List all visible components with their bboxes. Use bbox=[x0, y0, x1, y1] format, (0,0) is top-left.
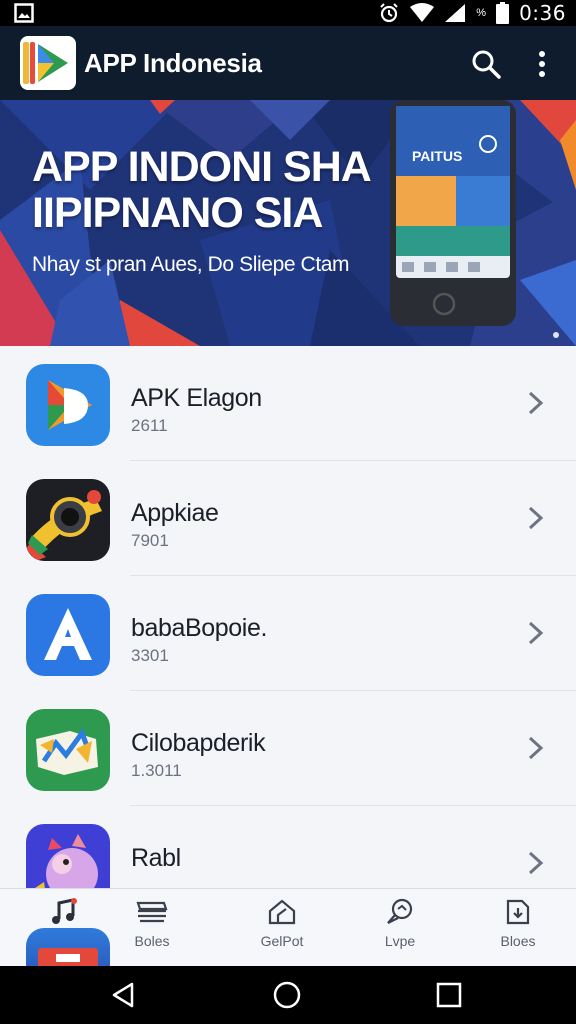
nav-item-bloes[interactable]: Bloes bbox=[478, 897, 558, 963]
search-icon[interactable] bbox=[470, 48, 502, 80]
carousel-indicator bbox=[553, 332, 559, 338]
app-title: APP Indonesia bbox=[84, 48, 262, 78]
promo-banner[interactable]: APP INDONI SHA IIPIPNANO SIA Nhay st pra… bbox=[0, 100, 576, 346]
mascot-icon bbox=[26, 824, 110, 888]
nav-item-lvpe[interactable]: Lvpe bbox=[360, 897, 440, 963]
app-bar: APP Indonesia bbox=[0, 26, 576, 100]
app-logo[interactable] bbox=[20, 36, 76, 90]
app-count: 3301 bbox=[131, 646, 169, 665]
chevron-right-icon bbox=[528, 736, 544, 760]
alarm-icon bbox=[380, 3, 399, 23]
banner-headline-line1: APP INDONI SHA bbox=[32, 143, 372, 191]
wifi-icon bbox=[410, 3, 435, 22]
chevron-right-icon bbox=[528, 621, 544, 645]
nav-label: Bloes bbox=[500, 933, 536, 949]
phone-mockup bbox=[390, 100, 516, 326]
clock: 0:36 bbox=[519, 1, 566, 25]
battery-percent: % bbox=[476, 7, 487, 19]
app-count: 7901 bbox=[131, 531, 169, 550]
more-vert-icon[interactable] bbox=[530, 48, 554, 80]
app-name: Appkiae bbox=[131, 499, 219, 527]
peek-app-icon bbox=[26, 928, 110, 968]
back-icon[interactable] bbox=[108, 980, 138, 1010]
banner-headline: APP INDONI SHA IIPIPNANO SIA bbox=[32, 144, 392, 236]
app-name: Cilobapderik bbox=[131, 729, 266, 757]
app-name: APK Elagon bbox=[131, 384, 262, 412]
battery-icon bbox=[496, 2, 510, 24]
chevron-right-icon bbox=[528, 391, 544, 415]
app-list: APK Elagon 2611 Appkiae 7901 babaBopoie.… bbox=[0, 346, 576, 888]
nav-label: Boles bbox=[134, 933, 170, 949]
app-count: 1.3011 bbox=[131, 761, 182, 780]
chat-icon bbox=[387, 898, 413, 924]
list-item[interactable]: babaBopoie. 3301 bbox=[0, 576, 576, 691]
banner-subtitle: Nhay st pran Aues, Do Sliepe Ctam bbox=[32, 253, 350, 276]
banner-headline-line2: IIPIPNANO SIA bbox=[32, 189, 323, 237]
system-nav-bar bbox=[0, 966, 576, 1024]
layers-icon bbox=[136, 901, 168, 923]
chart-icon bbox=[26, 709, 110, 791]
app-count: 2611 bbox=[131, 416, 168, 435]
status-bar: % 0:36 bbox=[0, 0, 576, 26]
recents-icon[interactable] bbox=[434, 980, 464, 1010]
camera-icon bbox=[26, 479, 110, 561]
house-icon bbox=[268, 899, 296, 925]
nav-item-gelpot[interactable]: GelPot bbox=[242, 897, 322, 963]
peek-app-graphic bbox=[38, 948, 98, 968]
chevron-right-icon bbox=[528, 851, 544, 875]
list-item[interactable]: APK Elagon 2611 bbox=[0, 346, 576, 461]
nav-label: GelPot bbox=[260, 933, 304, 949]
nav-label: Lvpe bbox=[384, 933, 416, 949]
phone-label: PAITUS bbox=[412, 148, 463, 164]
list-item[interactable]: Cilobapderik 1.3011 bbox=[0, 691, 576, 806]
image-icon bbox=[14, 3, 34, 23]
app-name: Rabl bbox=[131, 844, 181, 872]
letter-a-icon bbox=[26, 594, 110, 676]
download-icon bbox=[506, 899, 530, 925]
home-icon[interactable] bbox=[272, 980, 302, 1010]
list-item[interactable]: Appkiae 7901 bbox=[0, 461, 576, 576]
list-item[interactable]: Rabl bbox=[0, 806, 576, 888]
app-name: babaBopoie. bbox=[131, 614, 268, 642]
signal-icon bbox=[445, 4, 466, 22]
music-icon bbox=[52, 898, 77, 924]
play-icon bbox=[26, 364, 110, 446]
nav-item-boles[interactable]: Boles bbox=[112, 897, 192, 963]
chevron-right-icon bbox=[528, 506, 544, 530]
